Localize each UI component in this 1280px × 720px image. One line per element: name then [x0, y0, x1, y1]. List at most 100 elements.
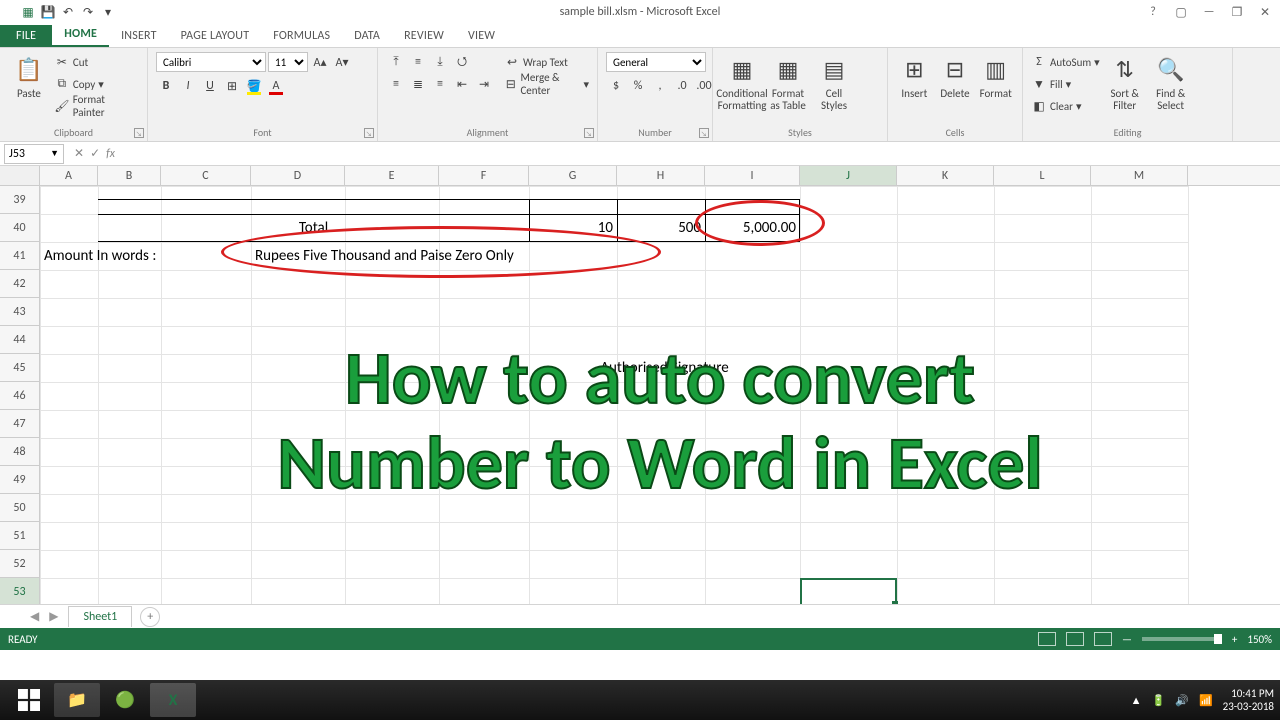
copy-button[interactable]: ⧉Copy ▾	[54, 74, 139, 94]
clipboard-launcher-icon[interactable]: ↘	[134, 128, 144, 138]
tray-network-icon[interactable]: 📶	[1199, 694, 1213, 707]
row-header-53[interactable]: 53	[0, 578, 40, 604]
tray-volume-icon[interactable]: 🔊	[1175, 694, 1189, 707]
zoom-in-icon[interactable]: +	[1232, 633, 1237, 646]
inc-decimal-icon[interactable]: .0	[672, 76, 692, 96]
cut-button[interactable]: ✂Cut	[54, 52, 139, 72]
sort-filter-button[interactable]: ⇅Sort & Filter	[1104, 52, 1146, 112]
col-header-G[interactable]: G	[529, 166, 617, 185]
row-header-48[interactable]: 48	[0, 438, 40, 466]
col-header-H[interactable]: H	[617, 166, 705, 185]
row-header-43[interactable]: 43	[0, 298, 40, 326]
row-header-40[interactable]: 40	[0, 214, 40, 242]
qat-more-icon[interactable]: ▾	[100, 4, 116, 20]
close-icon[interactable]: ✕	[1256, 5, 1274, 20]
tab-file[interactable]: FILE	[0, 25, 52, 47]
merge-center-button[interactable]: ⊟Merge & Center ▾	[504, 74, 589, 94]
find-select-button[interactable]: 🔍Find & Select	[1150, 52, 1192, 112]
border-button[interactable]: ⊞	[222, 76, 242, 96]
tray-up-icon[interactable]: ▲	[1131, 694, 1142, 707]
cell-rate[interactable]: 500	[617, 214, 705, 242]
font-launcher-icon[interactable]: ↘	[364, 128, 374, 138]
col-header-D[interactable]: D	[251, 166, 345, 185]
format-cells-button[interactable]: ▥Format	[977, 52, 1014, 100]
zoom-out-icon[interactable]: —	[1122, 633, 1132, 646]
taskbar-explorer-icon[interactable]: 📁	[54, 683, 100, 717]
col-header-B[interactable]: B	[98, 166, 161, 185]
taskbar-excel-icon[interactable]: X	[150, 683, 196, 717]
help-icon[interactable]: ?	[1144, 5, 1162, 19]
tab-view[interactable]: VIEW	[456, 25, 507, 47]
row-header-52[interactable]: 52	[0, 550, 40, 578]
sheet-nav-prev-icon[interactable]: ◀	[30, 609, 39, 624]
align-top-icon[interactable]: ⤒	[386, 52, 406, 72]
cell-styles-button[interactable]: ▤Cell Styles	[813, 52, 855, 112]
cell-words-value[interactable]: Rupees Five Thousand and Paise Zero Only	[251, 242, 800, 270]
shrink-font-icon[interactable]: A▾	[332, 52, 352, 72]
row-header-44[interactable]: 44	[0, 326, 40, 354]
redo-icon[interactable]: ↷	[80, 4, 96, 20]
sheet-nav-next-icon[interactable]: ▶	[49, 609, 58, 624]
paste-button[interactable]: 📋 Paste	[8, 52, 50, 100]
view-break-icon[interactable]	[1094, 632, 1112, 646]
underline-button[interactable]: U	[200, 76, 220, 96]
accept-fx-icon[interactable]: ✓	[90, 146, 100, 161]
delete-cells-button[interactable]: ⊟Delete	[937, 52, 974, 100]
select-all-corner[interactable]	[0, 166, 40, 186]
start-button[interactable]	[6, 683, 52, 717]
align-center-icon[interactable]: ≣	[408, 74, 428, 94]
save-icon[interactable]: 💾	[40, 4, 56, 20]
col-header-F[interactable]: F	[439, 166, 529, 185]
row-header-42[interactable]: 42	[0, 270, 40, 298]
format-table-button[interactable]: ▦Format as Table	[767, 52, 809, 112]
italic-button[interactable]: I	[178, 76, 198, 96]
view-layout-icon[interactable]	[1066, 632, 1084, 646]
row-header-45[interactable]: 45	[0, 354, 40, 382]
cell-amount[interactable]: 5,000.00	[705, 214, 800, 242]
format-painter-button[interactable]: 🖌Format Painter	[54, 96, 139, 116]
bold-button[interactable]: B	[156, 76, 176, 96]
wrap-text-button[interactable]: ↩Wrap Text	[504, 52, 589, 72]
grow-font-icon[interactable]: A▴	[310, 52, 330, 72]
font-size-combo[interactable]: 11	[268, 52, 308, 72]
align-middle-icon[interactable]: ≡	[408, 52, 428, 72]
col-header-J[interactable]: J	[800, 166, 897, 185]
row-header-41[interactable]: 41	[0, 242, 40, 270]
currency-icon[interactable]: $	[606, 76, 626, 96]
tab-data[interactable]: DATA	[342, 25, 392, 47]
number-format-combo[interactable]: General	[606, 52, 706, 72]
clear-button[interactable]: ◧Clear ▾	[1031, 96, 1100, 116]
comma-icon[interactable]: ,	[650, 76, 670, 96]
row-header-46[interactable]: 46	[0, 382, 40, 410]
minimize-icon[interactable]: —	[1200, 5, 1218, 19]
insert-cells-button[interactable]: ⊞Insert	[896, 52, 933, 100]
col-header-K[interactable]: K	[897, 166, 994, 185]
cell-words-label[interactable]: Amount In words :	[40, 242, 251, 270]
tab-insert[interactable]: INSERT	[109, 25, 169, 47]
zoom-slider[interactable]	[1142, 637, 1222, 641]
indent-inc-icon[interactable]: ⇥	[474, 74, 494, 94]
fx-icon[interactable]: fx	[106, 147, 115, 161]
tray-battery-icon[interactable]: 🔋	[1152, 694, 1166, 707]
sheet-tab-1[interactable]: Sheet1	[68, 606, 132, 627]
view-normal-icon[interactable]	[1038, 632, 1056, 646]
align-launcher-icon[interactable]: ↘	[584, 128, 594, 138]
tray-clock[interactable]: 10:41 PM 23-03-2018	[1223, 687, 1274, 713]
font-name-combo[interactable]: Calibri	[156, 52, 266, 72]
ribbon-opts-icon[interactable]: ▢	[1172, 5, 1190, 20]
autosum-button[interactable]: ΣAutoSum ▾	[1031, 52, 1100, 72]
col-header-M[interactable]: M	[1091, 166, 1188, 185]
col-header-L[interactable]: L	[994, 166, 1091, 185]
col-header-C[interactable]: C	[161, 166, 251, 185]
tab-formulas[interactable]: FORMULAS	[261, 25, 342, 47]
maximize-icon[interactable]: ❐	[1228, 5, 1246, 20]
col-header-A[interactable]: A	[40, 166, 98, 185]
cond-format-button[interactable]: ▦Conditional Formatting	[721, 52, 763, 112]
cell-signature[interactable]: Authorised Signature	[529, 354, 800, 382]
formula-input[interactable]	[121, 144, 1280, 164]
align-bottom-icon[interactable]: ⤓	[430, 52, 450, 72]
orientation-icon[interactable]: ⭯	[452, 52, 472, 72]
cell-qty[interactable]: 10	[529, 214, 617, 242]
tab-page-layout[interactable]: PAGE LAYOUT	[169, 25, 262, 47]
add-sheet-icon[interactable]: +	[140, 607, 160, 627]
